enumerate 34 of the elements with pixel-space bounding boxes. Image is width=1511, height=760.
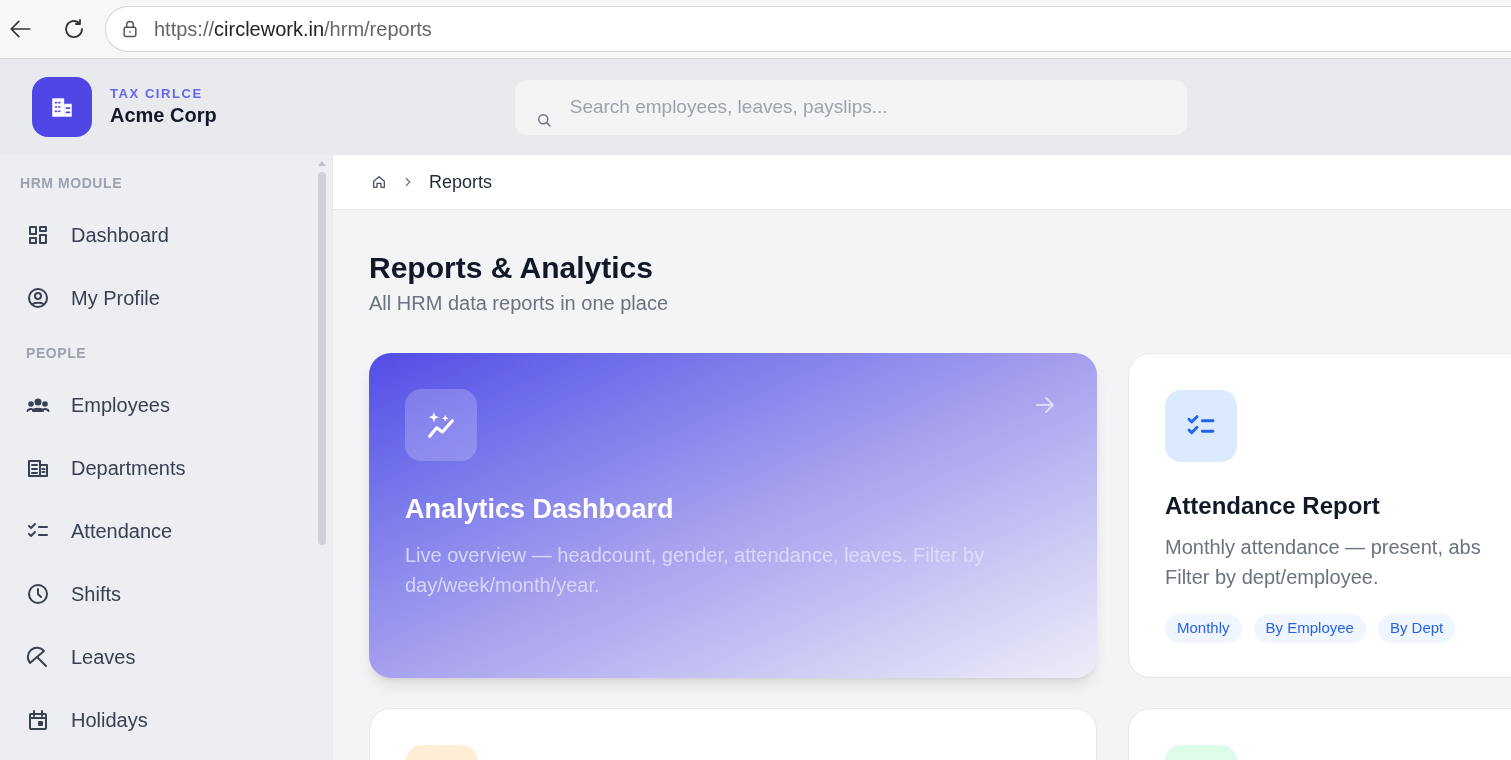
sidebar-item-icon: [26, 644, 50, 669]
brand-name: TAX CIRLCE: [110, 86, 204, 102]
page-subtitle: All HRM data reports in one place: [369, 291, 670, 316]
sidebar-item-icon: [26, 581, 50, 606]
sidebar-item[interactable]: Attendance: [20, 499, 310, 562]
tag[interactable]: By Employee: [1253, 614, 1366, 643]
report-card[interactable]: Attendance Report Monthly attendance — present, abs Filter by dept/employee. Monthly By Employee By Dept: [1128, 353, 1511, 678]
card-title: Attendance Report: [1165, 491, 1381, 521]
breadcrumb-current: Reports: [429, 170, 493, 194]
card-description: Monthly attendance — present, abs Filter by dept/employee.: [1165, 535, 1482, 590]
sidebar-section-title: HRM MODULE: [20, 173, 123, 193]
sidebar-item[interactable]: Leaves: [20, 625, 310, 688]
sidebar-item[interactable]: My Profile: [20, 266, 310, 329]
tag[interactable]: By Dept: [1377, 614, 1456, 643]
sidebar-section-title: PEOPLE: [26, 343, 87, 363]
url-text: https://circlework.in/hrm/reports: [154, 17, 432, 42]
scroll-up-icon: [317, 159, 327, 167]
sidebar-item[interactable]: Employees: [20, 373, 310, 436]
sidebar-item-icon: [26, 285, 50, 310]
sidebar-item-icon: [26, 707, 50, 732]
page-title: Reports & Analytics: [369, 250, 654, 286]
card-title: Analytics Dashboard: [405, 493, 675, 526]
search-field[interactable]: Search employees, leaves, payslips...: [514, 79, 1187, 135]
home-link[interactable]: [371, 174, 387, 190]
lock-icon: [120, 19, 140, 39]
sidebar-item[interactable]: Departments: [20, 436, 310, 499]
sidebar-item[interactable]: Holidays: [20, 688, 310, 751]
reload-icon: [62, 17, 86, 41]
sidebar-item[interactable]: Dashboard: [20, 203, 310, 266]
address-bar[interactable]: https://circlework.in/hrm/reports: [105, 6, 1511, 52]
sidebar-item[interactable]: Shifts: [20, 562, 310, 625]
home-icon: [371, 174, 387, 190]
company-name: Acme Corp: [110, 103, 217, 128]
tag[interactable]: Monthly: [1165, 614, 1242, 643]
